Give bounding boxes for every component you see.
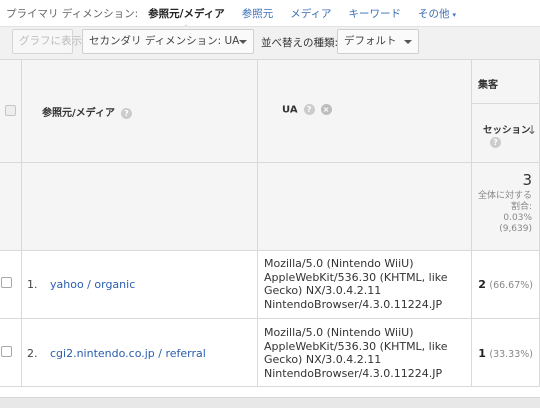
select-all-checkbox[interactable] bbox=[5, 105, 16, 116]
header-sessions-cell[interactable]: セッション ↓ ? bbox=[472, 104, 540, 163]
primary-dimension-source[interactable]: 参照元 bbox=[242, 6, 274, 21]
table-row-ua-cell: Mozilla/5.0 (Nintendo WiiU) AppleWebKit/… bbox=[258, 319, 472, 387]
primary-dimension-other[interactable]: その他 ▾ bbox=[418, 6, 456, 21]
table-row-ua-cell: Mozilla/5.0 (Nintendo WiiU) AppleWebKit/… bbox=[258, 251, 472, 319]
row-checkbox[interactable] bbox=[1, 346, 12, 357]
header-checkbox-cell bbox=[0, 60, 22, 163]
column-header-ua-label: UA bbox=[282, 104, 298, 116]
total-share-label: 全体に対する割合: bbox=[477, 191, 532, 212]
header-acquisition-cell: 集客 bbox=[472, 60, 540, 104]
total-share-base: (9,639) bbox=[499, 224, 532, 234]
horizontal-scrollbar[interactable] bbox=[0, 397, 540, 408]
column-group-acquisition: 集客 bbox=[478, 80, 498, 91]
table-row bbox=[0, 251, 22, 319]
row-source-link[interactable]: cgi2.nintendo.co.jp / referral bbox=[50, 347, 206, 360]
table-toolbar: グラフに表示 セカンダリ ディメンション: UA 並べ替えの種類: デフォルト bbox=[0, 26, 540, 60]
row-sessions-pct: (66.67%) bbox=[489, 280, 533, 291]
total-share-pct: 0.03% bbox=[503, 213, 532, 223]
total-share: 全体に対する割合: 0.03% (9,639) bbox=[472, 191, 532, 235]
dropdown-caret-icon bbox=[239, 40, 247, 44]
table-row-source-cell: 1. yahoo / organic bbox=[22, 251, 258, 319]
totals-ua-cell bbox=[258, 163, 472, 251]
table-row bbox=[0, 319, 22, 387]
row-ua-value: Mozilla/5.0 (Nintendo WiiU) AppleWebKit/… bbox=[264, 257, 448, 311]
help-icon[interactable]: ? bbox=[303, 104, 315, 115]
row-number: 2. bbox=[27, 347, 38, 360]
primary-dimension-other-label: その他 bbox=[418, 7, 450, 20]
secondary-dimension-label: セカンダリ ディメンション: UA bbox=[89, 35, 240, 47]
help-icon[interactable]: ? bbox=[490, 137, 501, 148]
row-number: 1. bbox=[27, 278, 38, 291]
header-ua-cell: UA? × bbox=[258, 60, 472, 163]
row-sessions-pct: (33.33%) bbox=[489, 349, 533, 360]
column-header-ua: UA? × bbox=[282, 104, 332, 116]
row-checkbox[interactable] bbox=[1, 277, 12, 288]
row-ua-value: Mozilla/5.0 (Nintendo WiiU) AppleWebKit/… bbox=[264, 326, 448, 380]
header-source-cell: 参照元/メディア? bbox=[22, 60, 258, 163]
chevron-down-icon: ▾ bbox=[452, 10, 457, 19]
row-sessions-value: 2 bbox=[478, 278, 486, 291]
primary-dimension-active[interactable]: 参照元/メディア bbox=[148, 6, 225, 29]
totals-sessions-cell: 3 全体に対する割合: 0.03% (9,639) bbox=[472, 163, 540, 251]
dropdown-caret-icon bbox=[404, 40, 412, 44]
totals-source-cell bbox=[22, 163, 258, 251]
table-row-sessions-cell: 1 (33.33%) bbox=[472, 319, 540, 387]
plot-rows-button[interactable]: グラフに表示 bbox=[12, 29, 82, 54]
sort-type-label: 並べ替えの種類: bbox=[261, 37, 339, 49]
sort-type-value: デフォルト bbox=[344, 35, 397, 47]
column-header-sessions[interactable]: セッション bbox=[483, 122, 531, 136]
row-sessions: 1 (33.33%) bbox=[478, 347, 533, 360]
column-header-source[interactable]: 参照元/メディア? bbox=[42, 104, 132, 119]
table-row-sessions-cell: 2 (66.67%) bbox=[472, 251, 540, 319]
sort-type-dropdown[interactable]: デフォルト bbox=[337, 29, 419, 54]
total-sessions: 3 bbox=[522, 171, 532, 189]
help-icon[interactable]: ? bbox=[120, 107, 132, 119]
sort-desc-icon[interactable]: ↓ bbox=[527, 123, 537, 137]
row-source-link[interactable]: yahoo / organic bbox=[50, 278, 135, 291]
row-sessions: 2 (66.67%) bbox=[478, 278, 533, 291]
table-row-source-cell: 2. cgi2.nintendo.co.jp / referral bbox=[22, 319, 258, 387]
column-header-source-label: 参照元/メディア bbox=[42, 108, 115, 119]
primary-dimension-keyword[interactable]: キーワード bbox=[349, 6, 402, 21]
remove-dimension-icon[interactable]: × bbox=[320, 104, 332, 115]
row-sessions-value: 1 bbox=[478, 347, 486, 360]
report-table-view: { "primary_dimension": { "label": "プライマリ… bbox=[0, 0, 540, 408]
primary-dimension-label: プライマリ ディメンション: bbox=[6, 7, 139, 20]
secondary-dimension-dropdown[interactable]: セカンダリ ディメンション: UA bbox=[82, 29, 254, 54]
primary-dimension-medium[interactable]: メディア bbox=[290, 6, 331, 21]
primary-dimension-bar: プライマリ ディメンション: 参照元/メディア 参照元 メディア キーワード そ… bbox=[0, 0, 540, 29]
totals-checkbox-cell bbox=[0, 163, 22, 251]
